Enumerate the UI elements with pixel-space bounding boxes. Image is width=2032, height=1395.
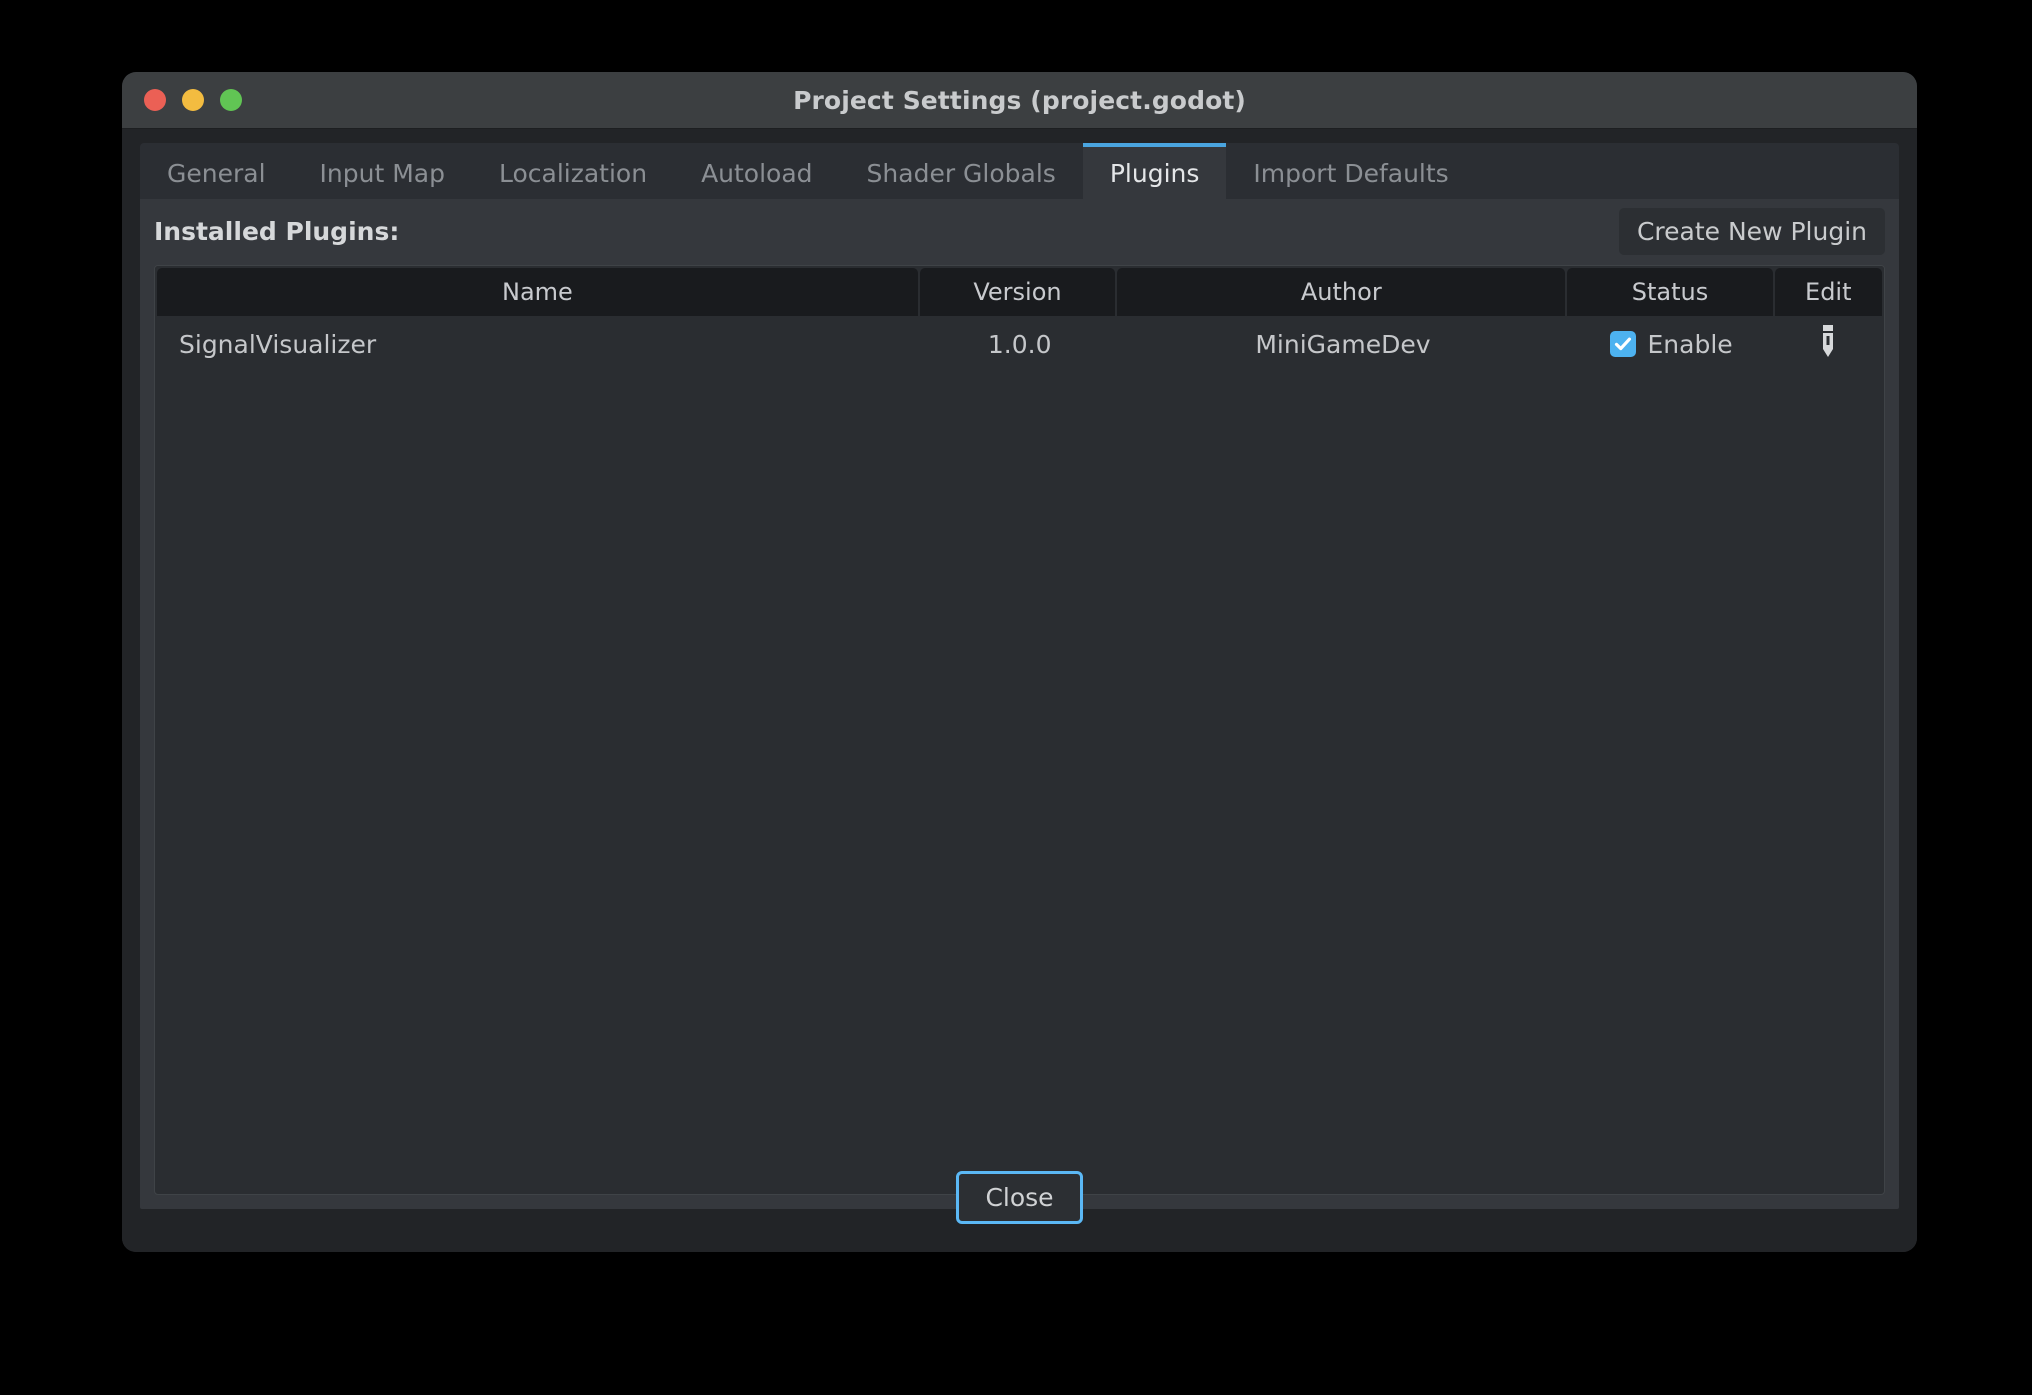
enable-label: Enable [1648,330,1733,359]
enable-checkbox[interactable] [1610,331,1636,357]
tab-localization[interactable]: Localization [472,143,674,199]
column-header-name[interactable]: Name [157,268,918,316]
column-header-edit[interactable]: Edit [1775,268,1882,316]
tab-autoload[interactable]: Autoload [674,143,839,199]
plugins-table: Name Version Author Status Edit SignalVi… [154,265,1885,1195]
plugin-name-cell: SignalVisualizer [157,316,922,372]
plugin-edit-cell [1774,316,1882,372]
minimize-window-button[interactable] [182,89,204,111]
tab-general[interactable]: General [140,143,293,199]
dialog-footer: Close [122,1142,1917,1252]
column-header-version[interactable]: Version [920,268,1115,316]
table-row[interactable]: SignalVisualizer 1.0.0 MiniGameDev Enabl… [155,316,1884,372]
project-settings-window: Project Settings (project.godot) General… [122,72,1917,1252]
plugin-author-cell: MiniGameDev [1118,316,1568,372]
plugins-panel: Installed Plugins: Create New Plugin Nam… [140,199,1899,1209]
tab-shader-globals[interactable]: Shader Globals [840,143,1083,199]
plugin-version-cell: 1.0.0 [922,316,1118,372]
tab-plugins[interactable]: Plugins [1083,143,1227,199]
plugin-status-cell: Enable [1568,316,1774,372]
close-window-button[interactable] [144,89,166,111]
column-header-author[interactable]: Author [1117,268,1565,316]
dialog-body: General Input Map Localization Autoload … [122,129,1917,1252]
column-header-status[interactable]: Status [1567,268,1772,316]
window-title: Project Settings (project.godot) [122,86,1917,115]
tab-input-map[interactable]: Input Map [293,143,472,199]
installed-plugins-label: Installed Plugins: [154,217,399,246]
plugins-table-header: Name Version Author Status Edit [155,266,1884,316]
close-button[interactable]: Close [956,1171,1082,1224]
create-new-plugin-button[interactable]: Create New Plugin [1619,208,1885,255]
pencil-icon[interactable] [1819,324,1837,364]
plugins-panel-header: Installed Plugins: Create New Plugin [140,199,1899,261]
window-titlebar: Project Settings (project.godot) [122,72,1917,129]
traffic-light-group [122,89,242,111]
settings-tabbar: General Input Map Localization Autoload … [140,143,1899,199]
maximize-window-button[interactable] [220,89,242,111]
tab-import-defaults[interactable]: Import Defaults [1226,143,1475,199]
